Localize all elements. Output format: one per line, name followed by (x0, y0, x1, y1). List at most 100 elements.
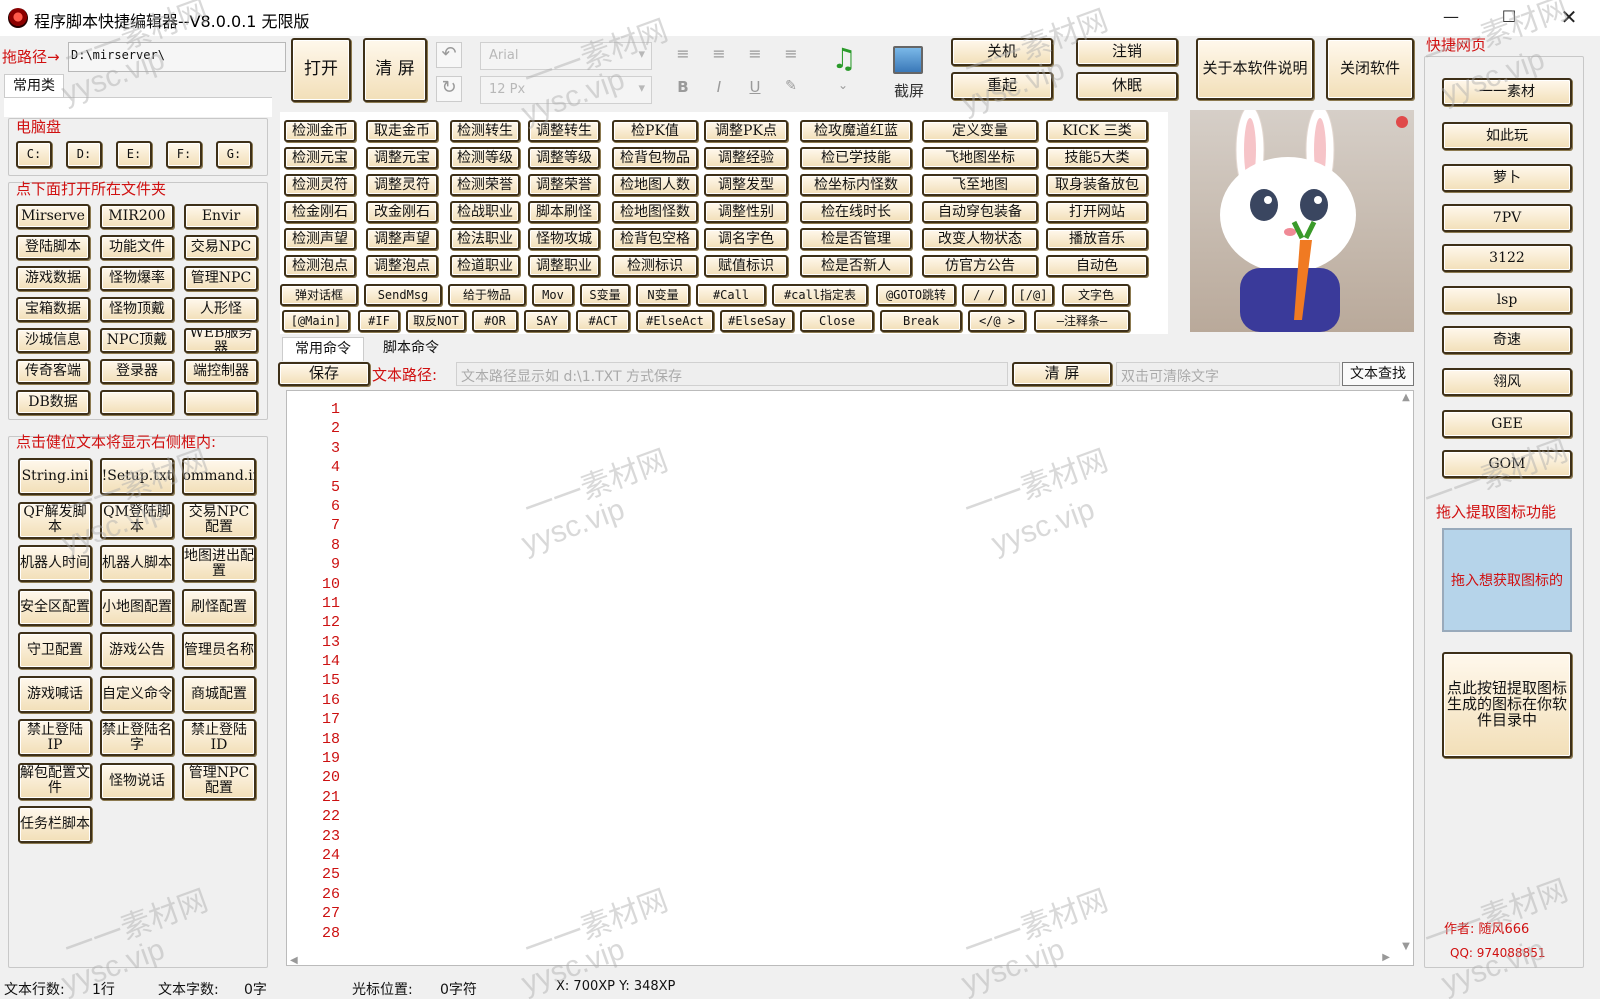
command-button[interactable]: 调整灵符 (366, 174, 438, 196)
command-button[interactable]: 取走金币 (366, 120, 438, 142)
align-center-icon[interactable]: ≡ (704, 44, 734, 63)
scroll-up-icon[interactable]: ▲ (1400, 392, 1412, 403)
command-button[interactable]: 调整PK点 (704, 120, 788, 142)
screenshot-icon[interactable] (893, 46, 923, 74)
script-button[interactable]: 给于物品 (448, 284, 526, 306)
command-button[interactable]: 检背包空格 (612, 228, 698, 250)
script-button[interactable]: #ElseAct (636, 310, 714, 332)
command-button[interactable]: 检地图怪数 (612, 201, 698, 223)
script-button[interactable]: Mov (532, 284, 574, 306)
command-button[interactable]: 打开网站 (1046, 201, 1148, 223)
script-button[interactable]: N变量 (636, 284, 690, 306)
file-button[interactable]: 怪物说话 (100, 762, 174, 800)
screenshot-label[interactable]: 截屏 (894, 80, 924, 101)
command-button[interactable]: 调整职业 (528, 255, 600, 277)
close-window-button[interactable]: ✕ (1546, 0, 1592, 36)
script-button[interactable]: #ElseSay (720, 310, 794, 332)
command-button[interactable]: 飞至地图 (922, 174, 1038, 196)
folder-button[interactable]: 端控制器 (184, 359, 258, 384)
command-button[interactable]: 检测等级 (450, 147, 520, 169)
quick-link-button[interactable]: 奇速 (1442, 326, 1572, 354)
command-button[interactable]: 脚本刷怪 (528, 201, 600, 223)
command-button[interactable]: 调整元宝 (366, 147, 438, 169)
about-button[interactable]: 关于本软件说明 (1196, 38, 1314, 100)
script-button[interactable]: SAY (524, 310, 570, 332)
file-button[interactable]: 商城配置 (182, 675, 256, 713)
scroll-left-icon[interactable]: ◀ (290, 955, 298, 966)
align-right-icon[interactable]: ≡ (740, 44, 770, 63)
text-editor[interactable] (286, 390, 1414, 966)
script-button[interactable]: SendMsg (364, 284, 442, 306)
folder-button[interactable]: 登陆脚本 (16, 235, 90, 260)
command-button[interactable]: 自动穿包装备 (922, 201, 1038, 223)
command-button[interactable]: 检测声望 (284, 228, 356, 250)
quick-link-button[interactable]: lsp (1442, 286, 1572, 314)
file-button[interactable]: 守卫配置 (18, 632, 92, 669)
command-button[interactable]: 检战职业 (450, 201, 520, 223)
folder-button[interactable]: 传奇客端 (16, 359, 90, 384)
editor-clear-button[interactable]: 清 屏 (1012, 362, 1112, 386)
icon-drop-area[interactable]: 拖入想获取图标的 (1442, 528, 1572, 632)
path-input[interactable]: D:\mirserver\ (68, 42, 286, 72)
folder-button[interactable] (184, 390, 258, 415)
file-button[interactable]: 机器人时间 (18, 545, 92, 582)
drive-c-button[interactable]: C: (16, 141, 52, 168)
command-button[interactable]: 调整性别 (704, 201, 788, 223)
folder-button[interactable] (100, 390, 174, 415)
command-button[interactable]: 检金刚石 (284, 201, 356, 223)
quick-link-button[interactable]: 7PV (1442, 204, 1572, 232)
command-button[interactable]: 检已学技能 (800, 147, 912, 169)
script-button[interactable]: [/@] (1012, 284, 1054, 306)
scroll-down-icon[interactable]: ▼ (1400, 941, 1412, 952)
script-button[interactable]: [@Main] (282, 310, 350, 332)
command-button[interactable]: 自动色 (1046, 255, 1148, 277)
command-button[interactable]: 检背包物品 (612, 147, 698, 169)
command-button[interactable]: 怪物攻城 (528, 228, 600, 250)
command-button[interactable]: 技能5大类 (1046, 147, 1148, 169)
file-button[interactable]: 解包配置文件 (18, 762, 92, 800)
file-button[interactable]: 自定义命令 (100, 675, 174, 713)
file-button[interactable]: 地图进出配置 (182, 545, 256, 582)
script-button[interactable]: / / (962, 284, 1006, 306)
scroll-right-icon[interactable]: ▶ (1382, 952, 1390, 963)
script-button[interactable]: 弹对话框 (280, 284, 358, 306)
command-button[interactable]: 调整等级 (528, 147, 600, 169)
folder-button[interactable]: 管理NPC (184, 266, 258, 291)
quick-link-button[interactable]: 翎风 (1442, 368, 1572, 396)
folder-button[interactable]: Envir (184, 204, 258, 229)
script-button[interactable]: #IF (358, 310, 400, 332)
folder-button[interactable]: 游戏数据 (16, 266, 90, 291)
file-button[interactable]: 禁止登陆IP (18, 719, 92, 756)
tab-script-commands[interactable]: 脚本命令 (370, 337, 452, 361)
file-button[interactable]: 管理员名称 (182, 632, 256, 669)
vertical-scrollbar[interactable]: ▲ ▼ (1400, 392, 1412, 952)
command-button[interactable]: 检测金币 (284, 120, 356, 142)
command-button[interactable]: 改金刚石 (366, 201, 438, 223)
font-select[interactable]: Arial ▾ (480, 42, 652, 70)
shutdown-button[interactable]: 关机 (951, 38, 1053, 66)
redo-icon[interactable]: ↻ (436, 76, 462, 102)
file-button[interactable]: 刷怪配置 (182, 588, 256, 626)
folder-button[interactable]: 怪物顶戴 (100, 297, 174, 322)
quick-link-button[interactable]: 萝卜 (1442, 164, 1572, 192)
script-button[interactable]: S变量 (580, 284, 630, 306)
command-button[interactable]: 检测泡点 (284, 255, 356, 277)
command-button[interactable]: 检是否新人 (800, 255, 912, 277)
italic-button[interactable]: I (706, 78, 732, 96)
tab-common[interactable]: 常用类 (4, 74, 64, 98)
script-button[interactable]: —注释条— (1034, 310, 1130, 332)
command-button[interactable]: 调整经验 (704, 147, 788, 169)
file-button[interactable]: String.ini (18, 458, 92, 495)
command-button[interactable]: 调整发型 (704, 174, 788, 196)
folder-button[interactable]: Mirserve (16, 204, 90, 229)
command-button[interactable]: 飞地图坐标 (922, 147, 1038, 169)
save-button[interactable]: 保存 (278, 362, 370, 386)
folder-button[interactable]: WEB服务器 (184, 328, 258, 353)
command-button[interactable]: 检坐标内怪数 (800, 174, 912, 196)
text-path-input[interactable]: 文本路径显示如 d:\1.TXT 方式保存 (456, 362, 1008, 386)
quick-link-button[interactable]: 3122 (1442, 244, 1572, 272)
close-app-button[interactable]: 关闭软件 (1326, 38, 1414, 100)
command-button[interactable]: 检测元宝 (284, 147, 356, 169)
search-input[interactable]: 双击可清除文字 (1116, 362, 1340, 386)
minimize-button[interactable]: — (1428, 0, 1474, 36)
